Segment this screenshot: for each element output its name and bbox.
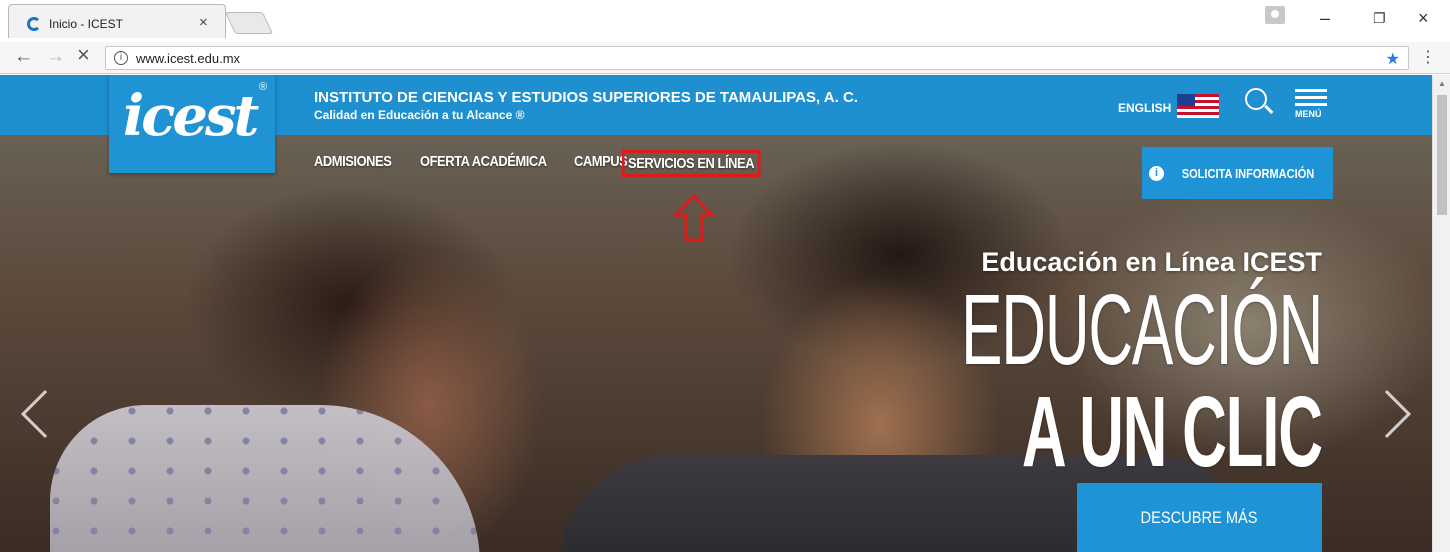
- menu-line: [1295, 89, 1327, 92]
- window-close-icon[interactable]: ×: [1418, 8, 1429, 29]
- browser-tab[interactable]: Inicio - ICEST ×: [8, 4, 226, 38]
- main-navigation: ADMISIONES OFERTA ACADÉMICA CAMPUS SERVI…: [314, 150, 761, 177]
- icest-logo[interactable]: icest ®: [109, 75, 275, 173]
- info-icon: i: [1149, 165, 1164, 181]
- descubre-mas-label: DESCUBRE MÁS: [1141, 507, 1258, 527]
- back-icon[interactable]: ←: [14, 47, 33, 67]
- nav-item-admisiones[interactable]: ADMISIONES: [314, 153, 393, 170]
- forward-icon[interactable]: →: [46, 47, 65, 67]
- solicita-informacion-label: SOLICITA INFORMACIÓN: [1181, 165, 1315, 181]
- page-viewport: INSTITUTO DE CIENCIAS Y ESTUDIOS SUPERIO…: [0, 75, 1432, 552]
- restore-icon[interactable]: ❐: [1373, 10, 1386, 27]
- minimize-icon[interactable]: –: [1320, 8, 1330, 29]
- url-text[interactable]: www.icest.edu.mx: [136, 51, 240, 66]
- browser-toolbar: ← → × i www.icest.edu.mx ★ ⋮: [0, 42, 1450, 74]
- solicita-informacion-button[interactable]: i SOLICITA INFORMACIÓN: [1142, 147, 1333, 199]
- annotation-arrow-up-icon: [672, 193, 716, 242]
- nav-item-campus[interactable]: CAMPUS: [574, 153, 628, 170]
- scrollbar-thumb[interactable]: [1437, 95, 1447, 215]
- bookmark-star-icon[interactable]: ★: [1386, 49, 1400, 69]
- nav-item-servicios-en-linea[interactable]: SERVICIOS EN LÍNEA: [622, 150, 761, 177]
- logo-text: icest: [123, 83, 259, 149]
- nav-item-oferta-academica[interactable]: OFERTA ACADÉMICA: [420, 153, 547, 170]
- profile-icon[interactable]: [1265, 6, 1285, 24]
- institute-name: INSTITUTO DE CIENCIAS Y ESTUDIOS SUPERIO…: [314, 89, 858, 106]
- hamburger-menu-button[interactable]: MENÚ: [1295, 89, 1329, 119]
- menu-label: MENÚ: [1295, 109, 1322, 119]
- tab-title: Inicio - ICEST: [49, 17, 124, 31]
- english-language-link[interactable]: ENGLISH: [1118, 101, 1171, 115]
- tab-strip: Inicio - ICEST × – ❐ ×: [0, 0, 1450, 42]
- info-icon[interactable]: i: [114, 51, 128, 65]
- logo-registered-mark: ®: [259, 81, 268, 93]
- us-flag-icon[interactable]: [1177, 94, 1219, 118]
- tab-close-icon[interactable]: ×: [199, 14, 208, 31]
- new-tab-button[interactable]: [224, 12, 274, 34]
- search-icon[interactable]: [1245, 88, 1267, 110]
- hero-headline-line1: EDUCACIÓN: [961, 274, 1323, 386]
- address-bar[interactable]: i www.icest.edu.mx ★: [105, 46, 1409, 70]
- stop-loading-icon[interactable]: ×: [77, 44, 90, 66]
- scroll-up-icon[interactable]: ▲: [1438, 79, 1446, 88]
- site-favicon-icon: [27, 17, 41, 31]
- descubre-mas-button[interactable]: DESCUBRE MÁS: [1077, 483, 1322, 552]
- page-scrollbar[interactable]: ▲: [1432, 75, 1450, 552]
- menu-line: [1295, 103, 1327, 106]
- menu-line: [1295, 96, 1327, 99]
- browser-menu-icon[interactable]: ⋮: [1420, 47, 1436, 67]
- hero-headline-line2: A UN CLIC: [1022, 376, 1323, 488]
- site-tagline: Calidad en Educación a tu Alcance ®: [314, 108, 525, 122]
